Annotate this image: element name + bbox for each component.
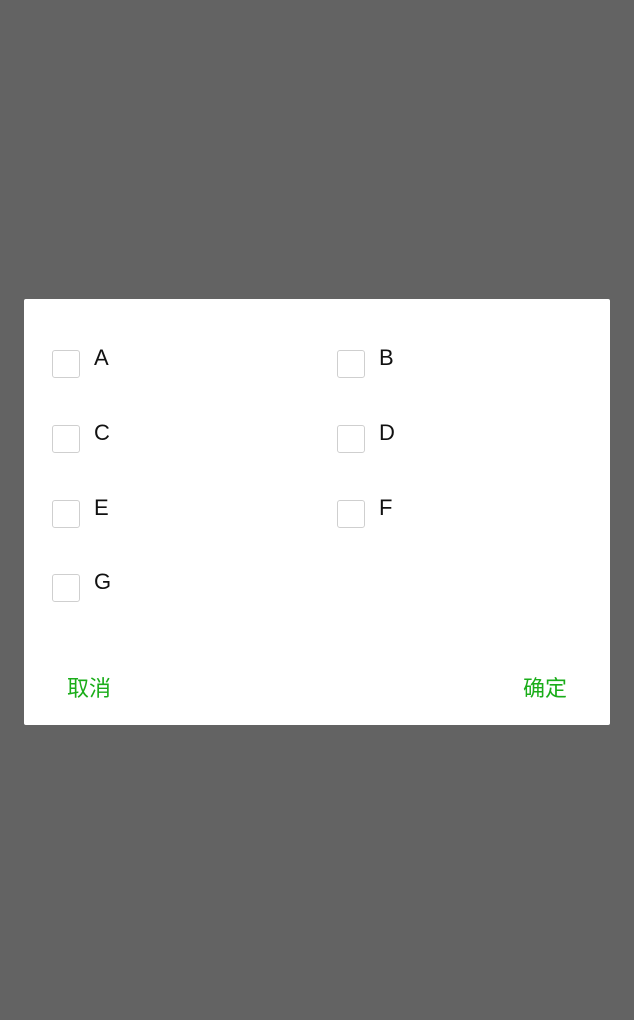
- checkbox[interactable]: [337, 500, 365, 528]
- checkbox[interactable]: [52, 350, 80, 378]
- option-label: E: [94, 495, 109, 520]
- confirm-button[interactable]: 确定: [523, 677, 567, 703]
- checkbox[interactable]: [337, 350, 365, 378]
- option-g[interactable]: G: [52, 571, 111, 603]
- option-label: D: [379, 420, 395, 445]
- option-d[interactable]: D: [337, 422, 395, 454]
- option-label: A: [94, 345, 109, 370]
- option-label: B: [379, 345, 394, 370]
- option-e[interactable]: E: [52, 497, 109, 529]
- option-a[interactable]: A: [52, 347, 109, 379]
- option-f[interactable]: F: [337, 497, 392, 529]
- option-label: G: [94, 569, 112, 594]
- option-b[interactable]: B: [337, 347, 394, 379]
- multi-select-dialog: A B C D E F G 取消 确定: [24, 299, 610, 725]
- option-label: C: [94, 420, 110, 445]
- option-c[interactable]: C: [52, 422, 110, 454]
- checkbox[interactable]: [52, 425, 80, 453]
- checkbox[interactable]: [52, 574, 80, 602]
- checkbox[interactable]: [52, 500, 80, 528]
- option-label: F: [379, 495, 393, 520]
- cancel-button[interactable]: 取消: [67, 677, 111, 703]
- checkbox[interactable]: [337, 425, 365, 453]
